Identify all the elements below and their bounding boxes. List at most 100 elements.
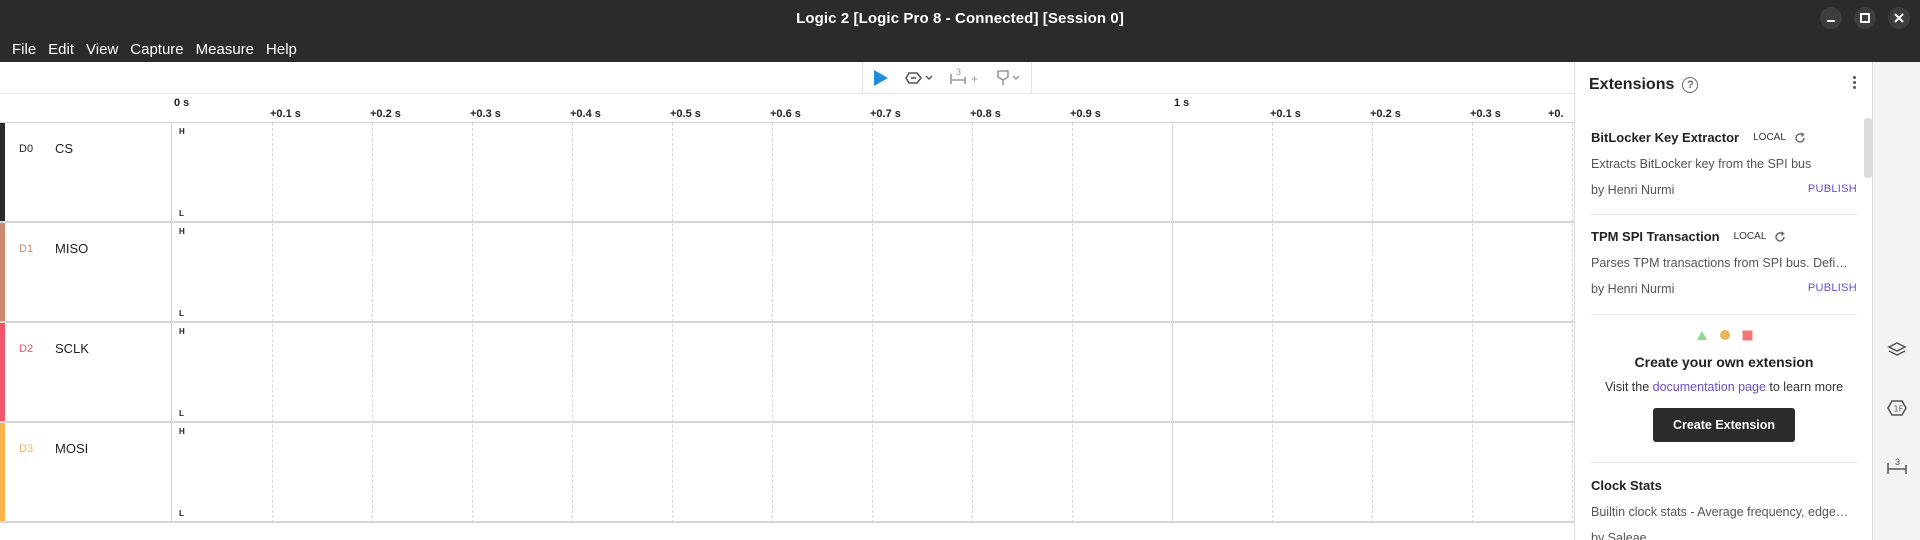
high-label: H xyxy=(179,427,185,436)
ruler-tick-label: +0.3 s xyxy=(1470,108,1501,120)
extension-description: Parses TPM transactions from SPI bus. De… xyxy=(1591,256,1848,270)
channel-id: D2 xyxy=(19,343,34,355)
more-options-icon[interactable] xyxy=(1853,76,1856,89)
extension-name: BitLocker Key Extractor xyxy=(1591,130,1740,145)
panel-title: Extensions xyxy=(1589,76,1675,93)
high-label: H xyxy=(179,227,185,236)
window-title: Logic 2 [Logic Pro 8 - Connected] [Sessi… xyxy=(796,9,1124,27)
refresh-icon[interactable] xyxy=(1794,131,1806,144)
grid-line xyxy=(1272,123,1273,523)
window-controls xyxy=(1820,0,1920,36)
start-capture-button[interactable] xyxy=(869,64,891,92)
add-measurement-button[interactable]: 3 + xyxy=(949,64,981,92)
time-ruler[interactable]: 0 s 1 s +0.1 s +0.2 s +0.3 s +0.4 s +0.5… xyxy=(0,94,1574,123)
ruler-tick-label: +0.8 s xyxy=(970,108,1001,120)
extensions-icon xyxy=(1887,342,1907,356)
create-text-after: to learn more xyxy=(1765,380,1844,394)
sidebar-extensions-button[interactable] xyxy=(1885,338,1909,362)
menu-file[interactable]: File xyxy=(6,41,42,58)
create-extension-button[interactable]: Create Extension xyxy=(1653,408,1795,442)
ruler-tick-label: +0.1 s xyxy=(1270,108,1301,120)
menu-edit[interactable]: Edit xyxy=(42,41,80,58)
grid-line xyxy=(1472,123,1473,523)
grid-line xyxy=(372,123,373,523)
circle-icon xyxy=(1719,330,1730,340)
ruler-tick-label: +0.2 s xyxy=(1370,108,1401,120)
channel-row-d2[interactable]: D2 SCLK H L xyxy=(0,323,1574,423)
ruler-tick-label: +0.2 s xyxy=(370,108,401,120)
extension-badge: LOCAL xyxy=(1753,132,1786,143)
create-text: Visit the documentation page to learn mo… xyxy=(1591,380,1857,394)
menu-view[interactable]: View xyxy=(80,41,124,58)
low-label: L xyxy=(179,309,184,318)
channel-color-stripe xyxy=(0,423,5,521)
low-label: L xyxy=(179,209,184,218)
ruler-tick-label: +0. xyxy=(1548,108,1564,120)
menu-help[interactable]: Help xyxy=(260,41,303,58)
menu-capture[interactable]: Capture xyxy=(124,41,189,58)
channel-id: D0 xyxy=(19,143,34,155)
channel-name: MISO xyxy=(55,241,89,256)
extension-author: by Henri Nurmi xyxy=(1591,183,1675,197)
channel-area: D0 CS H L D1 MISO H L D2 SCLK H L D3 MOS… xyxy=(0,123,1574,540)
channel-label-area[interactable]: D3 MOSI xyxy=(0,423,172,521)
divider xyxy=(1591,314,1857,315)
extension-description: Extracts BitLocker key from the SPI bus xyxy=(1591,157,1812,171)
extension-item[interactable]: TPM SPI Transaction LOCAL Parses TPM tra… xyxy=(1591,229,1857,296)
panel-scrollbar[interactable] xyxy=(1864,118,1872,178)
ruler-tick-label: +0.9 s xyxy=(1070,108,1101,120)
grid-line xyxy=(572,123,573,523)
toolbar-group: 3 + xyxy=(862,62,1032,94)
shapes-illustration xyxy=(1591,328,1857,342)
channel-color-stripe xyxy=(0,223,5,321)
sidebar-measurements-button[interactable]: 3 xyxy=(1885,454,1909,478)
publish-button[interactable]: PUBLISH xyxy=(1808,282,1857,296)
marker-icon xyxy=(997,70,1020,85)
minimize-button[interactable] xyxy=(1820,7,1842,29)
channel-row-d0[interactable]: D0 CS H L xyxy=(0,123,1574,223)
extension-item[interactable]: Clock Stats Builtin clock stats - Averag… xyxy=(1591,478,1857,540)
grid-line xyxy=(1372,123,1373,523)
channel-color-stripe xyxy=(0,323,5,421)
channel-label-area[interactable]: D2 SCLK xyxy=(0,323,172,421)
right-sidebar: 1F 3 xyxy=(1872,62,1920,540)
channel-label-area[interactable]: D0 CS xyxy=(0,123,172,221)
ruler-tick-label: +0.1 s xyxy=(270,108,301,120)
sidebar-analyzers-button[interactable]: 1F xyxy=(1885,396,1909,420)
trigger-dropdown[interactable] xyxy=(905,64,935,92)
channel-row-d3[interactable]: D3 MOSI H L xyxy=(0,423,1574,523)
ruler-tick-label: +0.5 s xyxy=(670,108,701,120)
trigger-icon xyxy=(905,72,933,84)
measurements-icon: 3 xyxy=(1887,457,1907,474)
channel-label-area[interactable]: D1 MISO xyxy=(0,223,172,321)
create-title: Create your own extension xyxy=(1634,354,1814,370)
maximize-button[interactable] xyxy=(1854,7,1876,29)
menu-measure[interactable]: Measure xyxy=(190,41,260,58)
marker-dropdown[interactable] xyxy=(995,64,1021,92)
divider xyxy=(1591,462,1857,463)
measurement-icon: 3 + xyxy=(950,68,978,86)
extension-description: Builtin clock stats - Average frequency,… xyxy=(1591,505,1849,519)
help-icon[interactable]: ? xyxy=(1682,77,1699,93)
channel-id: D1 xyxy=(19,243,34,255)
grid-line xyxy=(872,123,873,523)
grid-line xyxy=(1072,123,1073,523)
svg-text:1F: 1F xyxy=(1894,405,1904,414)
extension-item[interactable]: BitLocker Key Extractor LOCAL Extracts B… xyxy=(1591,130,1857,197)
high-label: H xyxy=(179,327,185,336)
close-button[interactable] xyxy=(1888,7,1910,29)
extension-name: TPM SPI Transaction xyxy=(1591,229,1720,244)
channel-row-d1[interactable]: D1 MISO H L xyxy=(0,223,1574,323)
create-extension-section: Create your own extension Visit the docu… xyxy=(1591,328,1857,442)
analyzers-icon: 1F xyxy=(1887,400,1907,416)
maximize-icon xyxy=(1860,13,1870,23)
ruler-tick-label: +0.6 s xyxy=(770,108,801,120)
grid-line xyxy=(472,123,473,523)
refresh-icon[interactable] xyxy=(1774,230,1786,243)
documentation-link[interactable]: documentation page xyxy=(1653,380,1766,394)
extension-badge: LOCAL xyxy=(1733,231,1767,242)
publish-button[interactable]: PUBLISH xyxy=(1808,183,1857,197)
channel-id: D3 xyxy=(19,443,34,455)
extension-name: Clock Stats xyxy=(1591,478,1662,493)
triangle-icon xyxy=(1696,330,1707,340)
